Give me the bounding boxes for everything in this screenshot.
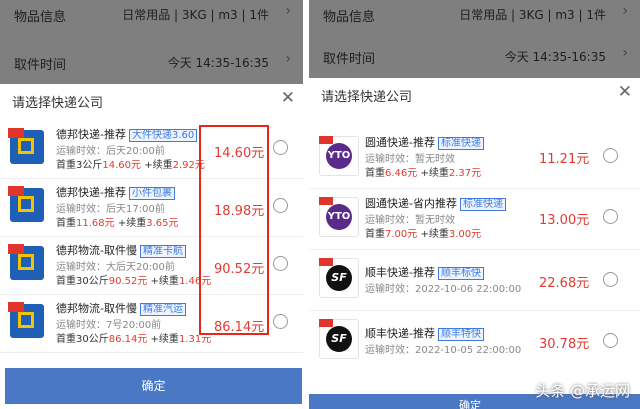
fee-text: 首重7.00元 +续重3.00元 (365, 229, 482, 240)
pickup-time-value: 今天 14:35-16:35 (167, 56, 269, 70)
service-tag: 标准快递 (437, 137, 484, 150)
sf-logo-icon: SF (319, 258, 359, 298)
eta-text: 运输时效：暂无时效 (365, 154, 455, 165)
sheet-title: 请选择快递公司 (12, 96, 104, 111)
courier-option[interactable]: SF 顺丰快递-推荐 顺丰特快 运输时效：2022-10-05 22:00:00 … (309, 311, 640, 371)
item-info-value: 日常用品 | 3KG | m3 | 1件 (122, 8, 269, 22)
price: 13.00元 (539, 213, 590, 228)
pickup-time-row[interactable]: 取件时间 今天 14:35-16:35 › (0, 42, 303, 82)
item-info-label: 物品信息 (14, 10, 67, 25)
pickup-time-label: 取件时间 (14, 58, 67, 73)
item-info-value: 日常用品 | 3KG | m3 | 1件 (459, 8, 606, 22)
eta-text: 运输时效：2022-10-05 22:00:00 (365, 345, 522, 356)
service-tag: 小件包裹 (128, 187, 175, 200)
radio-button[interactable] (603, 148, 618, 163)
courier-name: 德邦快递-推荐 (56, 186, 126, 199)
price: 22.68元 (539, 276, 590, 291)
radio-button[interactable] (603, 333, 618, 348)
debang-logo-icon (8, 186, 44, 222)
debang-logo-icon (8, 302, 44, 338)
eta-text: 运输时效：后天17:00前 (56, 204, 165, 215)
fee-text: 首重3公斤14.60元 +续重2.92元 (56, 160, 205, 171)
eta-text: 运输时效：后天20:00前 (56, 146, 165, 157)
item-info-row[interactable]: 物品信息 日常用品 | 3KG | m3 | 1件 › (0, 0, 303, 34)
fee-text: 首重6.46元 +续重2.37元 (365, 168, 482, 179)
fee-text: 首重30公斤86.14元 +续重1.31元 (56, 334, 212, 345)
courier-name: 圆通快递-推荐 (365, 136, 435, 149)
pickup-time-label: 取件时间 (323, 52, 376, 67)
courier-option[interactable]: SF 顺丰快递-推荐 顺丰标快 运输时效：2022-10-06 22:00:00 … (309, 250, 640, 311)
price: 11.21元 (539, 152, 590, 167)
left-screen: 物品信息 日常用品 | 3KG | m3 | 1件 › 取件时间 今天 14:3… (0, 0, 303, 409)
courier-name: 圆通快递-省内推荐 (365, 197, 457, 210)
yto-logo-icon: YTO (319, 136, 359, 176)
yto-logo-icon: YTO (319, 197, 359, 237)
service-tag: 精准汽运 (139, 303, 186, 316)
fee-text: 首重30公斤90.52元 +续重1.46元 (56, 276, 212, 287)
pickup-time-value: 今天 14:35-16:35 (504, 50, 606, 64)
watermark: 头条 @承运网 (535, 382, 630, 400)
item-info-row[interactable]: 物品信息 日常用品 | 3KG | m3 | 1件 › (309, 0, 640, 34)
item-info-label: 物品信息 (323, 10, 376, 25)
close-icon[interactable]: ✕ (618, 82, 632, 102)
price: 30.78元 (539, 337, 590, 352)
courier-sheet: 请选择快递公司 ✕ YTO 圆通快递-推荐 标准快递 运输时效：暂无时效 首重6.… (309, 78, 640, 409)
eta-text: 运输时效：2022-10-06 22:00:00 (365, 284, 522, 295)
radio-button[interactable] (603, 209, 618, 224)
radio-button[interactable] (273, 314, 288, 329)
chevron-right-icon: › (285, 3, 291, 19)
eta-text: 运输时效：大后天20:00前 (56, 262, 175, 273)
eta-text: 运输时效：7号20:00前 (56, 320, 162, 331)
service-tag: 顺丰标快 (437, 267, 484, 280)
confirm-label: 确定 (459, 399, 481, 409)
debang-logo-icon (8, 244, 44, 280)
price-highlight-box (199, 125, 269, 335)
confirm-button[interactable]: 确定 (5, 368, 302, 404)
sheet-title: 请选择快递公司 (321, 90, 413, 105)
courier-name: 顺丰快递-推荐 (365, 327, 435, 340)
courier-name: 德邦物流-取件慢 (56, 302, 137, 315)
radio-button[interactable] (273, 256, 288, 271)
service-tag: 顺丰特快 (437, 328, 484, 341)
chevron-right-icon: › (622, 45, 628, 61)
pickup-time-row[interactable]: 取件时间 今天 14:35-16:35 › (309, 36, 640, 76)
service-tag: 标准快递 (459, 198, 506, 211)
service-tag: 精准卡航 (139, 245, 186, 258)
courier-option[interactable]: YTO 圆通快递-推荐 标准快递 运输时效：暂无时效 首重6.46元 +续重2.3… (309, 128, 640, 189)
courier-name: 德邦物流-取件慢 (56, 244, 137, 257)
eta-text: 运输时效：暂无时效 (365, 215, 455, 226)
fee-text: 首重11.68元 +续重3.65元 (56, 218, 179, 229)
courier-name: 顺丰快递-推荐 (365, 266, 435, 279)
courier-option[interactable]: YTO 圆通快递-省内推荐 标准快递 运输时效：暂无时效 首重7.00元 +续重3… (309, 189, 640, 250)
chevron-right-icon: › (622, 3, 628, 19)
radio-button[interactable] (603, 272, 618, 287)
right-screen: 物品信息 日常用品 | 3KG | m3 | 1件 › 取件时间 今天 14:3… (309, 0, 640, 409)
service-tag: 大件快递3.60 (128, 129, 198, 142)
chevron-right-icon: › (285, 51, 291, 67)
debang-logo-icon (8, 128, 44, 164)
sf-logo-icon: SF (319, 319, 359, 359)
close-icon[interactable]: ✕ (281, 88, 295, 108)
radio-button[interactable] (273, 140, 288, 155)
dimmed-header: 物品信息 日常用品 | 3KG | m3 | 1件 › 取件时间 今天 14:3… (0, 0, 303, 84)
dimmed-header: 物品信息 日常用品 | 3KG | m3 | 1件 › 取件时间 今天 14:3… (309, 0, 640, 78)
radio-button[interactable] (273, 198, 288, 213)
courier-name: 德邦快递-推荐 (56, 128, 126, 141)
